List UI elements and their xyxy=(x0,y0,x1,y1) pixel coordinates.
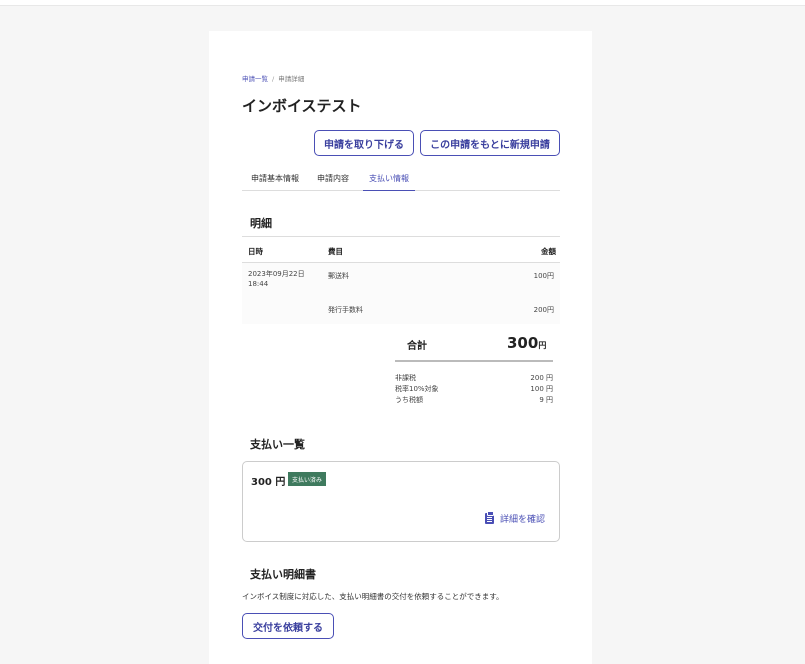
total-value: 300 xyxy=(507,334,539,352)
row-time: 18:44 xyxy=(248,280,269,288)
breadcrumb-separator: / xyxy=(272,75,275,83)
status-badge: 支払い済み xyxy=(288,472,327,486)
breadcrumb: 申請一覧 / 申請詳細 xyxy=(242,73,304,83)
row-item: 郵送料 xyxy=(328,272,349,280)
row-item: 発行手数料 xyxy=(328,306,363,314)
payments-heading: 支払い一覧 xyxy=(250,438,305,451)
tax-value: 100 円 xyxy=(530,385,553,393)
payment-item: 300 円 支払い済み 詳細を確認 xyxy=(242,461,560,542)
table-row: 2023年09月22日 18:44 郵送料 100円 xyxy=(242,263,560,296)
tax-row-tax-amount: うち税額 9 円 xyxy=(395,395,553,406)
statement-heading: 支払い明細書 xyxy=(250,568,316,581)
tab-contents[interactable]: 申請内容 xyxy=(317,173,349,184)
page-title: インボイステスト xyxy=(242,97,362,115)
breadcrumb-list-link[interactable]: 申請一覧 xyxy=(242,75,268,83)
breadcrumb-current: 申請詳細 xyxy=(278,75,305,83)
column-amount: 金額 xyxy=(541,247,556,256)
column-date: 日時 xyxy=(248,247,263,256)
row-amount: 200円 xyxy=(533,306,554,314)
row-amount: 100円 xyxy=(533,272,554,280)
total-amount: 300円 xyxy=(507,334,546,352)
tax-row-nontaxable: 非課税 200 円 xyxy=(395,373,553,384)
request-issue-button[interactable]: 交付を依頼する xyxy=(242,613,334,639)
tab-payment-info[interactable]: 支払い情報 xyxy=(363,173,415,191)
new-from-this-button[interactable]: この申請をもとに新規申請 xyxy=(420,130,560,156)
meisai-heading: 明細 xyxy=(250,217,272,230)
total-unit: 円 xyxy=(538,341,547,350)
total-label: 合計 xyxy=(407,341,427,352)
top-bar xyxy=(0,0,805,6)
tab-bar: 申請基本情報 申請内容 支払い情報 xyxy=(242,165,560,191)
tax-label: 非課税 xyxy=(395,374,416,382)
withdraw-button[interactable]: 申請を取り下げる xyxy=(314,130,414,156)
view-details-label: 詳細を確認 xyxy=(500,514,546,525)
tax-label: 税率10%対象 xyxy=(395,385,439,393)
tab-basic-info[interactable]: 申請基本情報 xyxy=(251,173,299,184)
application-detail-card: 申請一覧 / 申請詳細 インボイステスト 申請を取り下げる この申請をもとに新規申請… xyxy=(209,31,592,664)
tax-value: 9 円 xyxy=(539,396,553,404)
statement-description: インボイス制度に対応した、支払い明細書の交付を依頼することができます。 xyxy=(242,592,504,601)
table-row: 発行手数料 200円 xyxy=(242,296,560,324)
table-header: 日時 費目 金額 xyxy=(242,236,560,263)
view-details-link[interactable]: 詳細を確認 xyxy=(485,510,545,526)
payment-amount: 300 円 xyxy=(251,477,286,488)
tax-value: 200 円 xyxy=(530,374,553,382)
tax-row-10-percent: 税率10%対象 100 円 xyxy=(395,384,553,395)
row-date: 2023年09月22日 xyxy=(248,270,305,278)
clipboard-icon xyxy=(485,510,494,524)
column-item: 費目 xyxy=(328,247,343,256)
total-divider xyxy=(395,360,553,362)
tax-label: うち税額 xyxy=(395,396,423,404)
